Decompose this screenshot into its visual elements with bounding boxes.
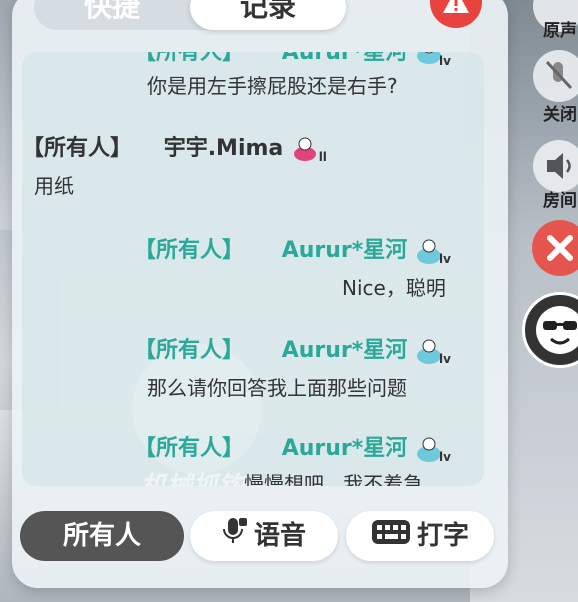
message-scope: 【所有人】 bbox=[134, 52, 245, 65]
tab-quick[interactable]: 快捷 bbox=[34, 0, 190, 30]
message-text: 那么请你回答我上面那些问题 bbox=[147, 376, 407, 400]
message-scope: 【所有人】 bbox=[22, 136, 133, 161]
keyboard-icon bbox=[371, 512, 411, 562]
message-scope: 【所有人】 bbox=[134, 338, 245, 363]
text-input-label: 打字 bbox=[416, 521, 469, 551]
text-input-button[interactable]: 打字 bbox=[346, 511, 494, 561]
channel-all-button[interactable]: 所有人 bbox=[20, 511, 184, 561]
message-header: 【所有人】 Aurur*星河 lv bbox=[134, 232, 451, 266]
voice-input-button[interactable]: 语音 bbox=[190, 511, 338, 561]
emote-button[interactable] bbox=[522, 292, 578, 368]
message-header: 【所有人】 Aurur*星河 lv bbox=[134, 52, 451, 68]
duck-badge-icon: ll bbox=[291, 134, 327, 164]
message-scope: 【所有人】 bbox=[134, 436, 245, 461]
message-text: Nice，聪明 bbox=[342, 276, 446, 300]
speaker-icon bbox=[547, 153, 571, 179]
room-voice-label: 房间 bbox=[543, 191, 577, 211]
close-button[interactable] bbox=[532, 220, 578, 276]
message-header: 【所有人】 Aurur*星河 lv bbox=[134, 430, 451, 464]
tab-record[interactable]: 记录 bbox=[190, 0, 346, 30]
duck-badge-icon: lv bbox=[415, 236, 451, 266]
close-icon bbox=[547, 235, 573, 261]
sunglasses-face-icon bbox=[536, 306, 578, 354]
chat-history[interactable]: 机械抓钩 【所有人】 Aurur*星河 lv 你是用左手擦屁股还是右手? 【所有… bbox=[22, 52, 484, 486]
duck-badge-icon: lv bbox=[415, 52, 451, 68]
warning-icon bbox=[443, 0, 469, 13]
duck-badge-icon: lv bbox=[415, 434, 451, 464]
watermark-text: 机械抓钩 bbox=[140, 466, 244, 486]
sender-name[interactable]: Aurur*星河 bbox=[282, 52, 408, 65]
message-text: 慢慢想吧.. 我不着急 bbox=[244, 472, 424, 486]
message-scope: 【所有人】 bbox=[134, 238, 245, 263]
channel-all-label: 所有人 bbox=[62, 521, 141, 551]
room-voice-button[interactable] bbox=[533, 140, 578, 192]
microphone-icon bbox=[222, 512, 248, 562]
duck-badge-icon: lv bbox=[415, 336, 451, 366]
original-sound-label: 原声 bbox=[543, 21, 577, 41]
voice-input-label: 语音 bbox=[253, 521, 306, 551]
mute-label: 关闭 bbox=[543, 105, 577, 125]
message-header: 【所有人】 Aurur*星河 lv bbox=[134, 332, 451, 366]
report-button[interactable] bbox=[430, 0, 482, 28]
message-text: 用纸 bbox=[34, 174, 74, 198]
sender-name[interactable]: Aurur*星河 bbox=[282, 338, 408, 363]
sender-name[interactable]: Aurur*星河 bbox=[282, 238, 408, 263]
message-header: 【所有人】 宇宇.Mima ll bbox=[22, 130, 327, 164]
message-text: 你是用左手擦屁股还是右手? bbox=[147, 74, 398, 98]
mute-icon bbox=[545, 60, 573, 90]
mute-button[interactable] bbox=[533, 50, 578, 102]
sender-name[interactable]: Aurur*星河 bbox=[282, 436, 408, 461]
tab-bar: 快捷 记录 bbox=[34, 0, 346, 30]
sender-name[interactable]: 宇宇.Mima bbox=[164, 136, 284, 161]
